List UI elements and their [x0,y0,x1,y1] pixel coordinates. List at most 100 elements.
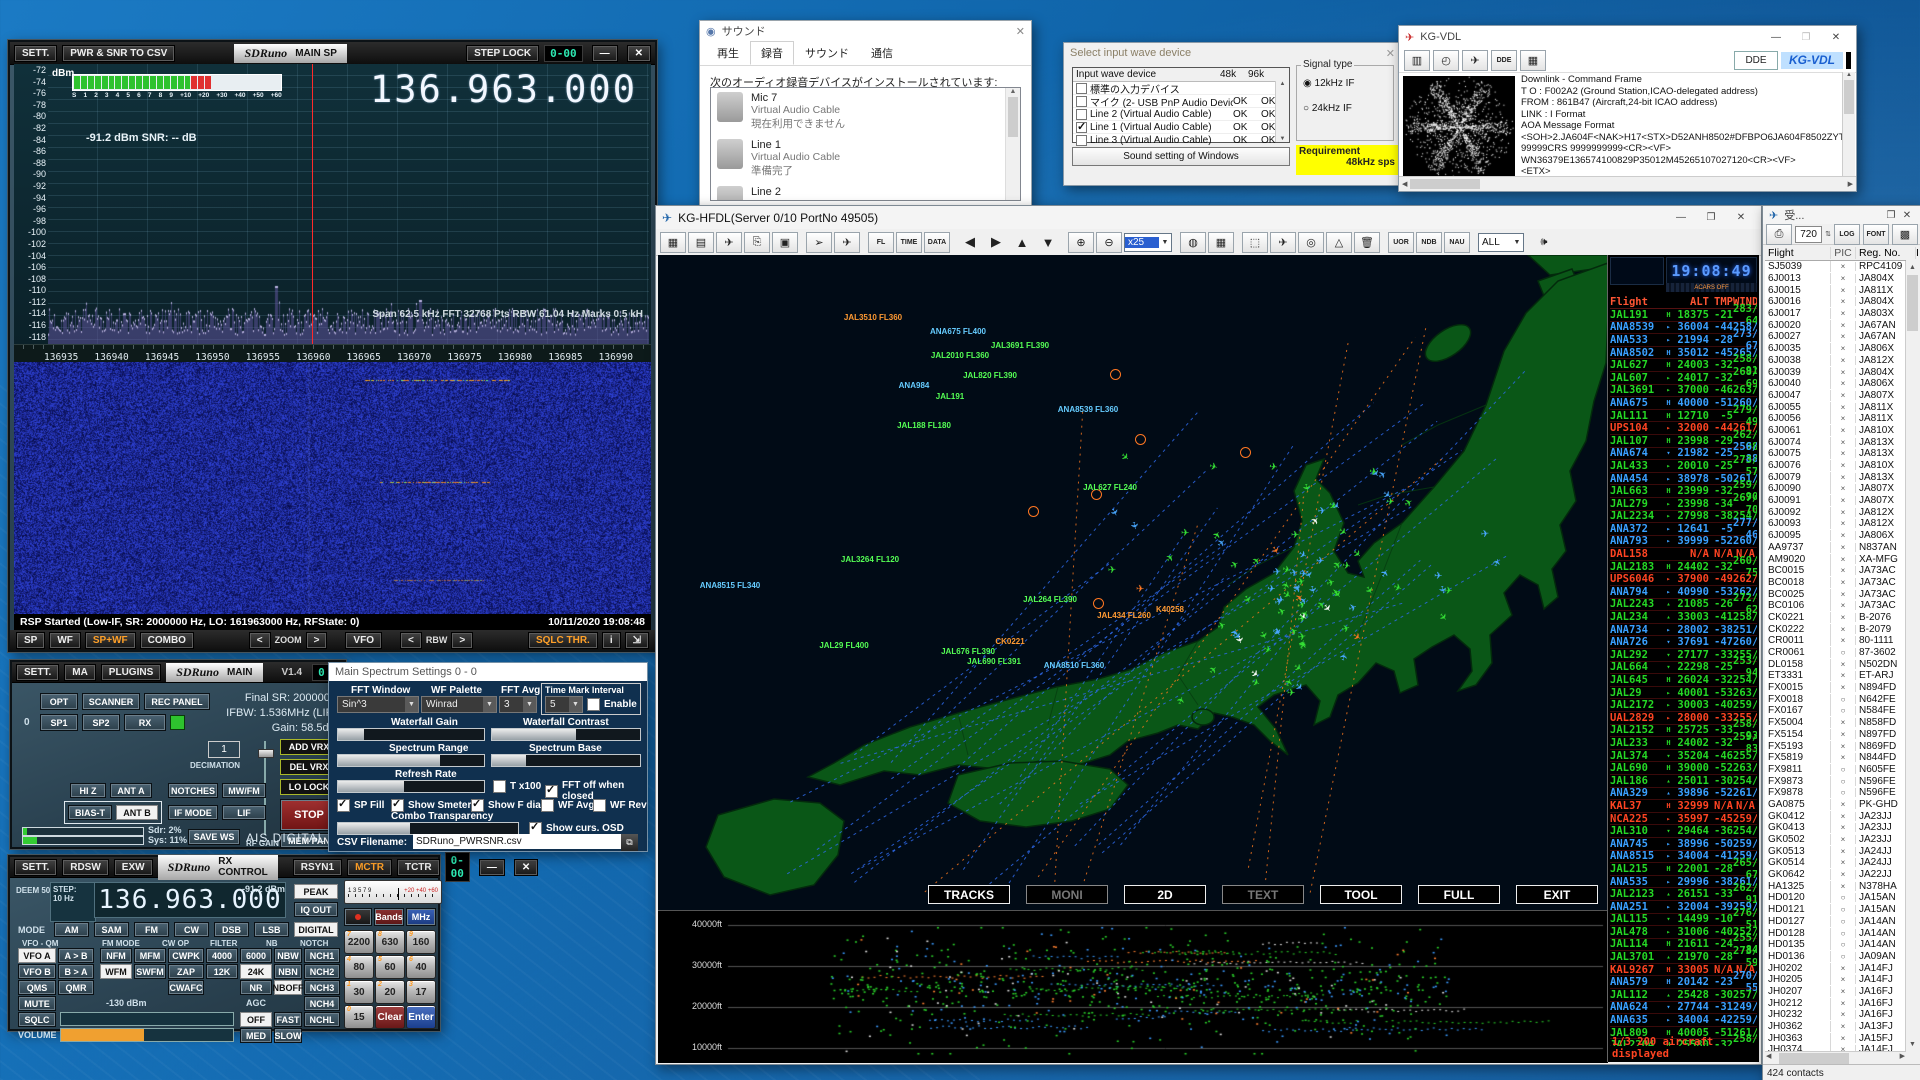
aircraft-icon[interactable]: ✈ [1271,627,1282,639]
scroll-left-icon[interactable]: ◀ [1399,180,1410,188]
aircraft-icon[interactable]: ✈ [1216,621,1227,633]
contact-row[interactable]: AA9737 × N837AN [1765,542,1906,554]
save-ws-button[interactable]: SAVE WS [188,829,240,845]
aircraft-icon[interactable]: ✈ [1336,527,1349,540]
aircraft-icon[interactable]: ✈ [1240,594,1253,606]
vfo-a-button[interactable]: VFO A [18,948,56,963]
hscroll-thumb[interactable] [1779,1053,1849,1064]
iq-out-button[interactable]: IQ OUT [294,902,338,917]
contact-row[interactable]: HD0136 ○ JA09AN [1765,951,1906,963]
contact-row[interactable]: FX0018 ○ N642FE [1765,693,1906,705]
navaid-toggle-icon[interactable]: NAU [1444,232,1470,253]
col-flight[interactable]: Flight [1610,296,1664,308]
refresh-rate-slider[interactable] [337,780,485,793]
contact-row[interactable]: 6J0015 × JA811X [1765,284,1906,296]
keypad-key[interactable]: 220 [375,980,405,1004]
ma-button[interactable]: MA [64,664,96,681]
filter-select[interactable]: ALL ▼ [1478,233,1524,252]
zoom-in-button[interactable]: > [306,632,328,649]
if-mode-button[interactable]: IF MODE [168,805,218,820]
contact-row[interactable]: FX9811 ○ N605FE [1765,764,1906,776]
aircraft-icon[interactable]: ✈ [1300,482,1312,492]
radio-24khz[interactable]: ○ 24kHz IF [1303,103,1393,114]
sp-fill-checkbox[interactable]: SP Fill [337,799,384,812]
flight-row[interactable]: KAL37 H 32999 N/A N/A [1610,800,1757,813]
tx100-checkbox[interactable]: T x100 [493,780,541,793]
navaid-toggle-icon[interactable]: NDB [1416,232,1442,253]
log-button[interactable]: LOG [1834,224,1860,245]
flag-toggle-icon[interactable]: TIME [896,232,922,253]
flight-row[interactable]: JAL2243 ▴ 21085 -26 272/ 62 [1610,599,1757,612]
contact-row[interactable]: 6J0074 × JA813X [1765,436,1906,448]
flight-row[interactable]: JAL111 H 12710 -5 279/ 49 [1610,410,1757,423]
col-96k[interactable]: 96k [1248,69,1276,80]
nbw-button[interactable]: NBW [274,948,302,963]
cwpk-button[interactable]: CWPK [168,948,204,963]
b-to-a-button[interactable]: B > A [58,964,94,979]
tuner-icon[interactable]: ◴ [1433,50,1459,71]
dde-small-icon[interactable]: DDE [1491,50,1517,71]
contact-row[interactable]: 6J0075 × JA813X [1765,448,1906,460]
aircraft-icon[interactable]: ✈ [1291,662,1304,675]
contact-row[interactable]: 6J0055 × JA811X [1765,401,1906,413]
device-checkbox[interactable] [1076,109,1087,120]
radar-map[interactable]: ✈✈✈✈✈✈✈✈✈✈✈✈✈✈✈✈✈✈✈✈✈✈✈✈✈✈✈✈✈✈✈✈✈✈✈✈✈✈✈✈… [658,255,1608,910]
flight-row[interactable]: UPS6046 ▸ 37900 -49 262/148 [1610,573,1757,586]
kgvdl-vscroll[interactable]: ▲ [1842,72,1855,176]
hfdl-minimize-icon[interactable]: — [1667,209,1695,227]
contact-row[interactable]: 6J0039 × JA804X [1765,366,1906,378]
aircraft-icon[interactable]: ✈ [1296,549,1308,562]
contact-row[interactable]: JH0212 × JA16FJ [1765,997,1906,1009]
zoom-level-select[interactable]: x25 ▼ [1124,233,1172,252]
scroll-right-icon[interactable]: ▶ [1845,180,1856,188]
fft-avg-select[interactable]: 3▼ [499,696,537,713]
flight-row[interactable]: JAL2172 ▸ 30003 -40 259/124 [1610,699,1757,712]
trash-icon[interactable]: 🗑 [1354,232,1380,253]
speaker-icon[interactable]: 🕪 [1532,233,1556,252]
wave-device-row[interactable]: Line 3 (Virtual Audio Cable) OK OK [1073,134,1289,147]
device-list-item[interactable]: Mic 7 Virtual Audio Cable 現在利用できません [711,88,1020,135]
flight-row[interactable]: JAL607 ▸ 24017 -32 268/ 69 [1610,372,1757,385]
nchl-button[interactable]: NCHL [304,1012,340,1027]
contact-row[interactable]: FX0167 ○ N584FE [1765,705,1906,717]
view-mode-button[interactable]: SP+WF [85,632,136,649]
main-sett-button[interactable]: SETT. [16,664,59,681]
nbn-button[interactable]: NBN [274,964,302,979]
contact-row[interactable]: HD0121 ○ JA15AN [1765,904,1906,916]
rbw-down-button[interactable]: < [400,632,422,649]
scroll-up-icon[interactable]: ▲ [1006,88,1020,95]
contact-row[interactable]: JH0362 × JA13FJ [1765,1021,1906,1033]
aircraft-icon[interactable]: ✈ [1268,545,1281,557]
flight-row[interactable]: JAL690 H 39000 -52 263/147 [1610,762,1757,775]
contact-row[interactable]: FX9873 ○ N596FE [1765,775,1906,787]
swfm-button[interactable]: SWFM [134,964,166,979]
contact-row[interactable]: GK0502 × JA23JJ [1765,834,1906,846]
rec-panel-button[interactable]: REC PANEL [144,693,210,710]
aircraft-icon[interactable]: ✈ [1255,630,1268,642]
vfo-b-button[interactable]: VFO B [18,964,56,979]
contact-row[interactable]: 6J0079 × JA813X [1765,471,1906,483]
cwafc-button[interactable]: CWAFC [168,980,204,995]
waterfall-display[interactable] [14,362,651,614]
triangle-icon[interactable]: △ [1326,232,1352,253]
scroll-down-icon[interactable]: ▼ [1280,136,1286,142]
enable-checkbox[interactable]: Enable [587,698,637,711]
contact-row[interactable]: JH0374 × JA14FJ [1765,1044,1906,1051]
table-view-icon[interactable]: ▦ [660,232,686,253]
plugins-button[interactable]: PLUGINS [101,664,161,681]
aircraft-icon[interactable]: ✈ [1281,580,1293,591]
wfm-button[interactable]: WFM [100,964,132,979]
wave-device-row[interactable]: Line 1 (Virtual Audio Cable) OK OK [1073,121,1289,134]
aircraft-icon[interactable]: ✈ [1276,607,1288,620]
zap-button[interactable]: ZAP [168,964,204,979]
zoom-out-button[interactable]: < [249,632,271,649]
aircraft-icon[interactable]: ✈ [1117,452,1130,465]
notches-button[interactable]: NOTCHES [168,783,218,798]
hfdl-close-icon[interactable]: ✕ [1727,209,1755,227]
flight-row[interactable]: JAL29 ▸ 40001 -53 263/150 [1610,687,1757,700]
tctr-button[interactable]: TCTR [397,859,440,876]
hscroll-thumb[interactable] [1410,179,1480,189]
contact-row[interactable]: JH0232 × JA16FJ [1765,1009,1906,1021]
step-box[interactable]: STEP:10 Hz [50,882,96,922]
aircraft-icon[interactable]: ✈ [1403,498,1415,511]
